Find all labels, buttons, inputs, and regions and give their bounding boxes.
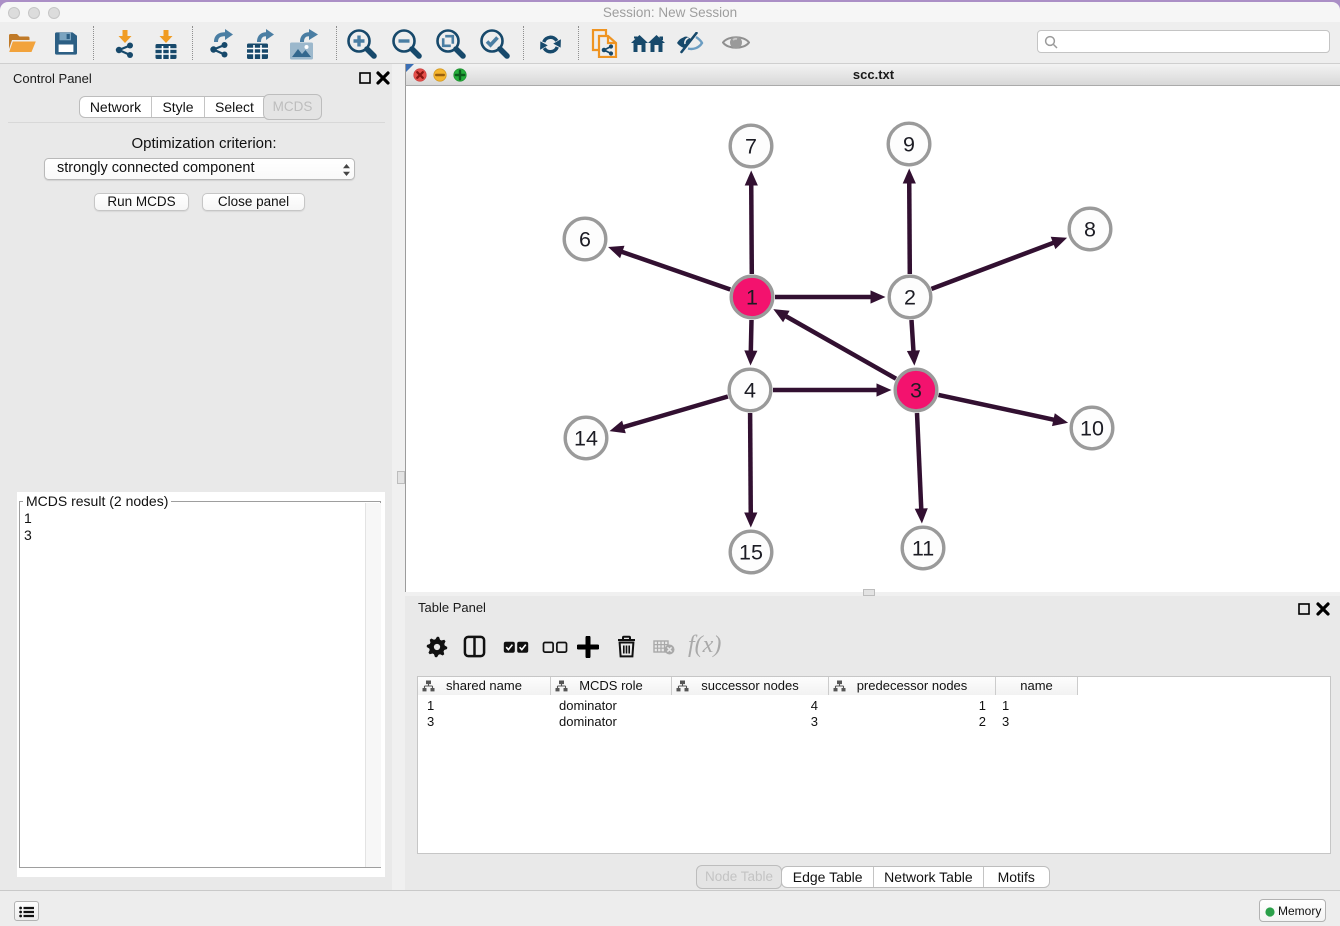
svg-text:1: 1 bbox=[746, 286, 758, 310]
svg-text:14: 14 bbox=[574, 427, 598, 451]
svg-text:6: 6 bbox=[579, 228, 591, 252]
svg-text:10: 10 bbox=[1080, 417, 1104, 441]
svg-text:11: 11 bbox=[912, 537, 934, 561]
svg-text:9: 9 bbox=[903, 133, 915, 157]
svg-text:8: 8 bbox=[1084, 218, 1096, 242]
svg-text:15: 15 bbox=[739, 541, 763, 565]
svg-text:7: 7 bbox=[745, 135, 757, 159]
svg-text:3: 3 bbox=[910, 379, 922, 403]
svg-text:2: 2 bbox=[904, 286, 916, 310]
svg-text:4: 4 bbox=[744, 379, 756, 403]
